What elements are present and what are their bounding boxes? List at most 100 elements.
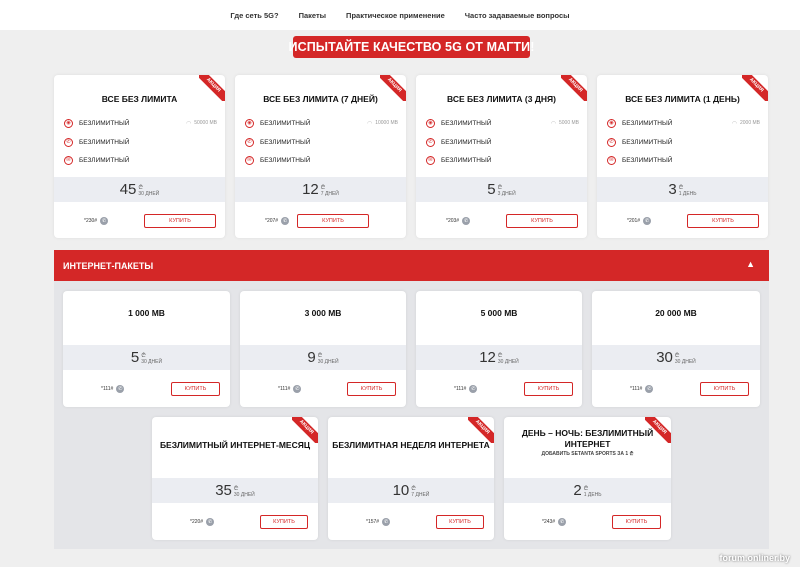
pack-title: 1 000 MB (128, 308, 165, 318)
price-bar: 45 ₾ 30 ДНЕЙ (54, 177, 225, 202)
plan-title: ВСЕ БЕЗ ЛИМИТА (3 ДНЯ) (447, 94, 556, 104)
price-period: 7 ДНЕЙ (320, 190, 339, 197)
wifi-icon: ◠ (550, 120, 556, 127)
ussd-code: *111# ✆ (454, 385, 478, 393)
pack-card: 1 000 MB 5 ₾ 30 ДНЕЙ *111# ✆ КУПИТЬ (63, 291, 230, 407)
message-icon: ✉ (607, 155, 616, 165)
plan-card: АКЦИЯ ВСЕ БЕЗ ЛИМИТА ◉ БЕЗЛИМИТНЫЙ ◠ 5000… (54, 75, 225, 238)
phone-icon: ✆ (293, 385, 302, 393)
feature-internet: ◉ БЕЗЛИМИТНЫЙ ◠ 2000 MB (607, 117, 760, 129)
phone-icon: ✆ (462, 217, 471, 225)
section-title: ИНТЕРНЕТ-ПАКЕТЫ (63, 260, 154, 271)
nav-item-faq[interactable]: Часто задаваемые вопросы (465, 11, 570, 20)
message-icon: ✉ (245, 155, 254, 165)
price-bar: 5 ₾ 3 ДНЕЙ (416, 177, 587, 202)
promo-card: АКЦИЯ ДЕНЬ – НОЧЬ: БЕЗЛИМИТНЫЙ ИНТЕРНЕТ … (504, 417, 671, 540)
buy-button[interactable]: КУПИТЬ (612, 515, 661, 529)
nav-item-5g-map[interactable]: Где сеть 5G? (230, 11, 278, 20)
phone-icon: ✆ (645, 385, 654, 393)
pack-card: 5 000 MB 12 ₾ 30 ДНЕЙ *111# ✆ КУПИТЬ (416, 291, 582, 407)
globe-icon: ◉ (607, 118, 616, 128)
buy-button[interactable]: КУПИТЬ (436, 515, 484, 529)
phone-icon: ✆ (206, 518, 215, 526)
price-period: 30 ДНЕЙ (233, 491, 255, 498)
ussd-code: *207# ✆ (265, 217, 290, 225)
price-bar: 12 ₾ 30 ДНЕЙ (416, 345, 582, 370)
plan-card: АКЦИЯ ВСЕ БЕЗ ЛИМИТА (1 ДЕНЬ) ◉ БЕЗЛИМИТ… (597, 75, 768, 238)
price-bar: 30 ₾ 30 ДНЕЙ (592, 345, 760, 370)
ussd-code: *157# ✆ (366, 518, 391, 526)
ussd-code: *111# ✆ (630, 385, 654, 393)
price-period: 30 ДНЕЙ (141, 358, 163, 365)
price-period: 7 ДНЕЙ (411, 491, 430, 498)
promo-card: АКЦИЯ БЕЗЛИМИТНЫЙ ИНТЕРНЕТ-МЕСЯЦ 35 ₾ 30 … (152, 417, 318, 540)
section-header-internet-packs[interactable]: ИНТЕРНЕТ-ПАКЕТЫ ▲ (54, 250, 769, 281)
feature-calls: ✆ БЕЗЛИМИТНЫЙ (607, 136, 760, 148)
chevron-up-icon[interactable]: ▲ (746, 259, 755, 269)
pack-title: 5 000 MB (480, 308, 518, 318)
buy-button[interactable]: КУПИТЬ (297, 214, 369, 228)
nav-item-practical-use[interactable]: Практическое применение (346, 11, 445, 20)
buy-button[interactable]: КУПИТЬ (144, 214, 216, 228)
price-value: 12 (302, 181, 319, 198)
top-nav: Где сеть 5G? Пакеты Практическое примене… (0, 0, 800, 30)
price-value: 2 (573, 482, 582, 499)
price-value: 12 (479, 349, 496, 366)
pack-title: 20 000 MB (655, 308, 697, 318)
promo-banner: ИСПЫТАЙТЕ КАЧЕСТВО 5G ОТ МАГТИ! (289, 36, 534, 58)
feature-internet: ◉ БЕЗЛИМИТНЫЙ ◠ 50000 MB (64, 117, 217, 129)
price-value: 45 (119, 181, 137, 198)
price-value: 3 (668, 181, 677, 198)
phone-icon: ✆ (116, 385, 125, 393)
price-value: 10 (392, 482, 410, 499)
feature-sms: ✉ БЕЗЛИМИТНЫЙ (426, 154, 579, 166)
wifi-icon: ◠ (731, 120, 737, 127)
ussd-code: *230# ✆ (84, 217, 109, 225)
feature-internet: ◉ БЕЗЛИМИТНЫЙ ◠ 10000 MB (245, 117, 398, 129)
price-bar: 5 ₾ 30 ДНЕЙ (63, 345, 230, 370)
price-value: 5 (130, 349, 140, 366)
feature-internet: ◉ БЕЗЛИМИТНЫЙ ◠ 5000 MB (426, 117, 579, 129)
plan-title: ВСЕ БЕЗ ЛИМИТА (7 ДНЕЙ) (263, 94, 378, 104)
price-bar: 3 ₾ 1 ДЕНЬ (597, 177, 768, 202)
plan-title: ВСЕ БЕЗ ЛИМИТА (101, 94, 178, 104)
plan-title: ВСЕ БЕЗ ЛИМИТА (1 ДЕНЬ) (625, 94, 740, 104)
price-period: 30 ДНЕЙ (317, 358, 339, 365)
price-bar: 9 ₾ 30 ДНЕЙ (240, 345, 406, 370)
price-value: 5 (487, 181, 496, 198)
ussd-code: *111# ✆ (101, 385, 125, 393)
price-bar: 2 ₾ 1 ДЕНЬ (504, 478, 671, 503)
feature-calls: ✆ БЕЗЛИМИТНЫЙ (426, 136, 579, 148)
ussd-code: *243# ✆ (542, 518, 567, 526)
ussd-code: *201# ✆ (627, 217, 652, 225)
buy-button[interactable]: КУПИТЬ (700, 382, 749, 396)
feature-calls: ✆ БЕЗЛИМИТНЫЙ (64, 136, 217, 148)
feature-sms: ✉ БЕЗЛИМИТНЫЙ (245, 154, 398, 166)
buy-button[interactable]: КУПИТЬ (506, 214, 578, 228)
phone-icon: ✆ (469, 385, 478, 393)
price-period: 3 ДНЕЙ (497, 190, 516, 197)
nav-item-packages[interactable]: Пакеты (299, 11, 326, 20)
price-period: 1 ДЕНЬ (583, 491, 602, 498)
wifi-icon: ◠ (366, 120, 373, 127)
buy-button[interactable]: КУПИТЬ (171, 382, 220, 396)
price-value: 35 (215, 482, 232, 499)
phone-icon: ✆ (607, 137, 616, 147)
promo-title: ДЕНЬ – НОЧЬ: БЕЗЛИМИТНЫЙ ИНТЕРНЕТ (521, 428, 654, 449)
phone-icon: ✆ (281, 217, 290, 225)
buy-button[interactable]: КУПИТЬ (347, 382, 396, 396)
globe-icon: ◉ (245, 118, 254, 128)
promo-subtitle: ДОБАВИТЬ SETANTA SPORTS ЗА 1 ₾ (541, 451, 634, 457)
price-period: 30 ДНЕЙ (138, 190, 160, 197)
price-bar: 35 ₾ 30 ДНЕЙ (152, 478, 318, 503)
buy-button[interactable]: КУПИТЬ (687, 214, 759, 228)
globe-icon: ◉ (426, 118, 435, 128)
ussd-code: *111# ✆ (278, 385, 302, 393)
phone-icon: ✆ (558, 518, 567, 526)
phone-icon: ✆ (643, 217, 652, 225)
buy-button[interactable]: КУПИТЬ (260, 515, 308, 529)
wifi-icon: ◠ (185, 120, 192, 127)
price-period: 30 ДНЕЙ (497, 358, 519, 365)
buy-button[interactable]: КУПИТЬ (524, 382, 573, 396)
price-bar: 12 ₾ 7 ДНЕЙ (235, 177, 406, 202)
